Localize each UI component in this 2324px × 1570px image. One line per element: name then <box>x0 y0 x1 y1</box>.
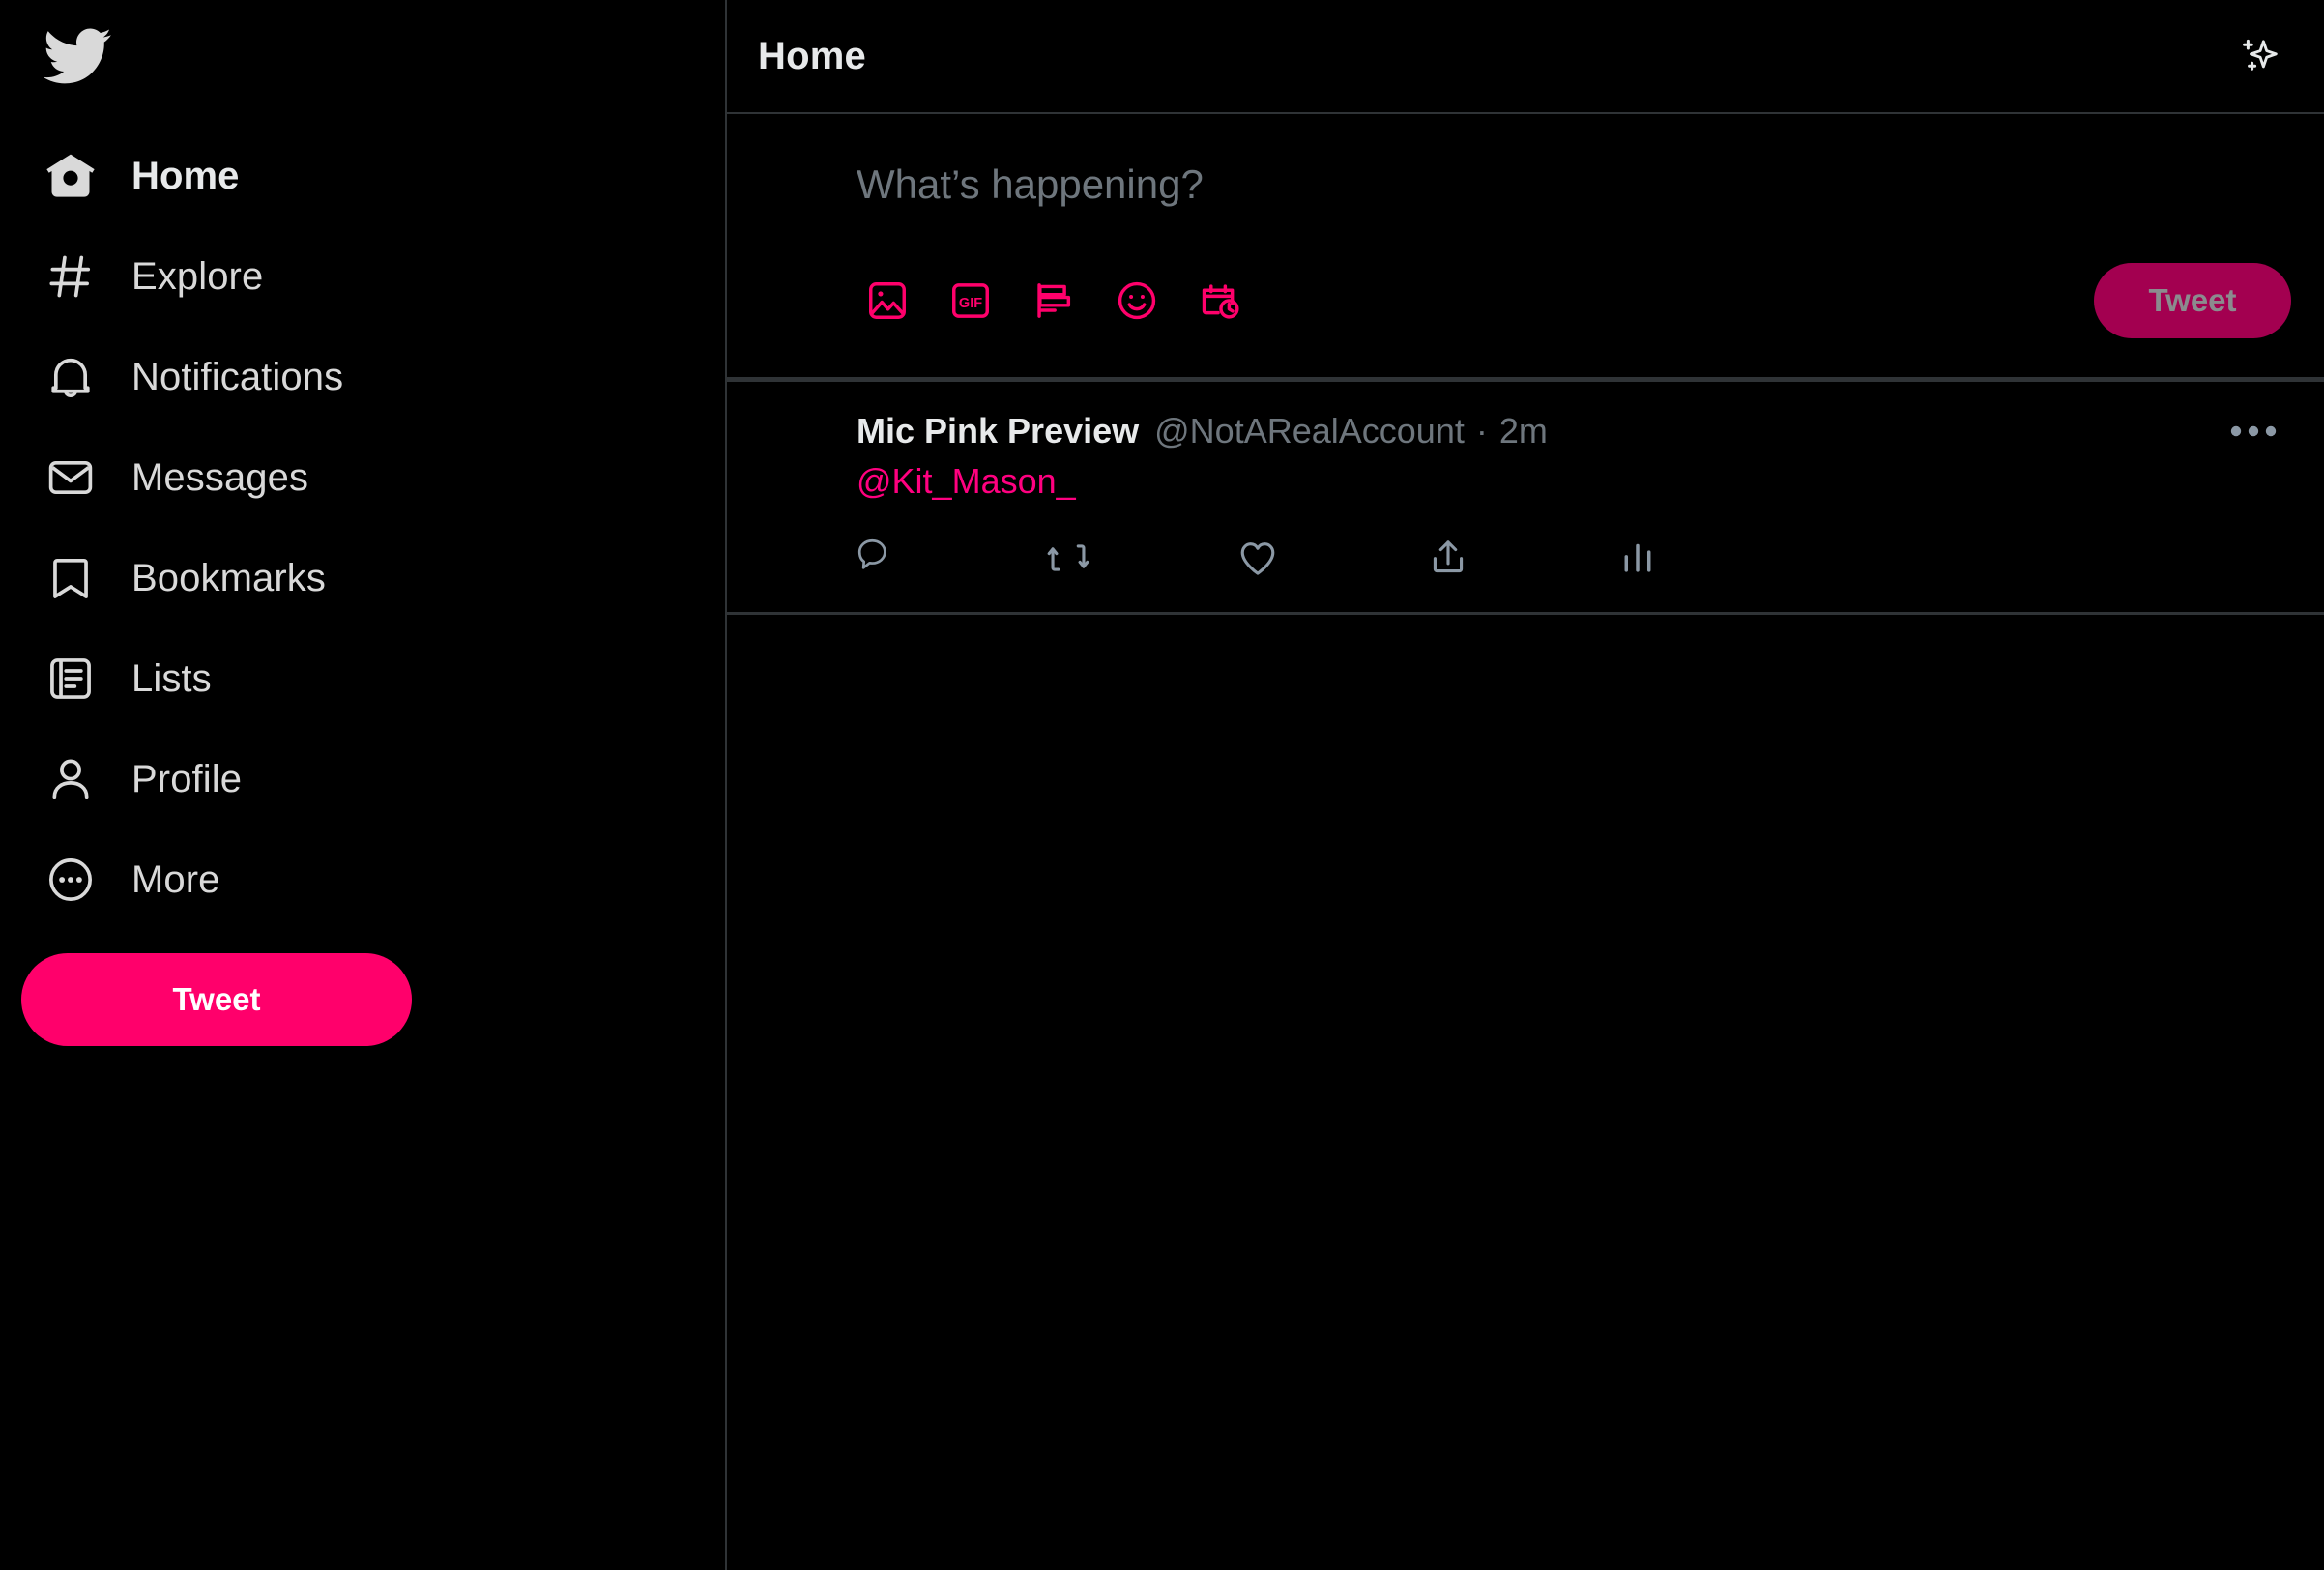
gif-button[interactable]: GIF <box>940 270 1002 332</box>
media-button[interactable] <box>857 270 918 332</box>
sidebar-item-home[interactable]: Home <box>29 126 435 226</box>
ellipsis-circle-icon <box>43 852 99 908</box>
poll-icon <box>1031 278 1076 323</box>
gif-icon: GIF <box>948 278 993 323</box>
sparkles-icon <box>2238 33 2284 79</box>
sidebar-item-lists[interactable]: Lists <box>29 628 435 729</box>
main-header: Home <box>727 0 2324 114</box>
reply-icon <box>857 537 899 579</box>
timeline-settings-button[interactable] <box>2231 26 2291 86</box>
tweet-separator: · <box>1475 411 1488 451</box>
poll-button[interactable] <box>1023 270 1085 332</box>
emoji-icon <box>1115 278 1159 323</box>
sidebar-tweet-button[interactable]: Tweet <box>21 953 412 1046</box>
sidebar-item-bookmarks[interactable]: Bookmarks <box>29 528 435 628</box>
sidebar-item-label: Bookmarks <box>131 557 326 599</box>
tweet-item: Mic Pink Preview @NotARealAccount · 2m @… <box>727 382 2324 615</box>
media-icon <box>865 278 910 323</box>
analytics-button[interactable] <box>1616 537 1659 579</box>
sidebar-nav-list: Home Explore Notifications Messages Book… <box>29 126 725 930</box>
schedule-button[interactable] <box>1189 270 1251 332</box>
ellipsis-horizontal-icon <box>2228 421 2279 442</box>
share-icon <box>1427 537 1469 579</box>
sidebar-item-profile[interactable]: Profile <box>29 729 435 829</box>
sidebar-item-label: Messages <box>131 456 309 499</box>
sidebar-item-explore[interactable]: Explore <box>29 226 435 327</box>
sidebar-item-label: More <box>131 858 220 901</box>
reply-button[interactable] <box>857 537 1047 579</box>
page-title: Home <box>758 34 866 77</box>
sidebar-item-messages[interactable]: Messages <box>29 427 435 528</box>
sidebar-item-label: Notifications <box>131 356 344 398</box>
envelope-icon <box>43 450 99 506</box>
compose-toolbar: GIF Tweet <box>857 263 2291 338</box>
tweet-timestamp: 2m <box>1498 411 1548 451</box>
retweet-button[interactable] <box>1047 537 1237 579</box>
tweet-body-text[interactable]: @Kit_Mason_ <box>857 461 2291 502</box>
sidebar-item-label: Explore <box>131 255 264 298</box>
bookmark-icon <box>43 550 99 606</box>
sidebar-item-label: Profile <box>131 758 243 800</box>
hashtag-icon <box>43 248 99 305</box>
tweet-display-name: Mic Pink Preview <box>857 411 1140 451</box>
emoji-button[interactable] <box>1106 270 1168 332</box>
compose-tool-buttons: GIF <box>857 270 1251 332</box>
bell-icon <box>43 349 99 405</box>
primary-sidebar: Home Explore Notifications Messages Book… <box>0 0 725 1570</box>
like-icon <box>1236 537 1279 579</box>
schedule-icon <box>1198 278 1242 323</box>
like-button[interactable] <box>1236 537 1427 579</box>
compose-input[interactable]: What’s happening? <box>857 157 2291 263</box>
home-icon <box>43 148 99 204</box>
compose-tweet-box: What’s happening? GIF Tweet <box>727 114 2324 382</box>
tweet-header: Mic Pink Preview @NotARealAccount · 2m <box>857 411 2291 451</box>
list-icon <box>43 651 99 707</box>
tweet-handle: @NotARealAccount <box>1154 411 1465 451</box>
twitter-bird-logo[interactable] <box>41 8 137 104</box>
share-button[interactable] <box>1427 537 1617 579</box>
compose-tweet-button[interactable]: Tweet <box>2094 263 2291 338</box>
analytics-icon <box>1616 537 1659 579</box>
sidebar-item-more[interactable]: More <box>29 829 435 930</box>
tweet-more-options-button[interactable] <box>2225 407 2281 455</box>
sidebar-item-label: Home <box>131 155 240 197</box>
svg-text:GIF: GIF <box>959 296 982 311</box>
twitter-app-window: Home Explore Notifications Messages Book… <box>0 0 2324 1570</box>
sidebar-item-notifications[interactable]: Notifications <box>29 327 435 427</box>
tweet-action-bar <box>857 537 1659 579</box>
main-column: Home What’s happening? GIF Tweet Mic Pin… <box>725 0 2324 1570</box>
timeline-empty-area <box>727 615 2324 1570</box>
sidebar-item-label: Lists <box>131 657 212 700</box>
retweet-icon <box>1047 537 1089 579</box>
person-icon <box>43 751 99 807</box>
